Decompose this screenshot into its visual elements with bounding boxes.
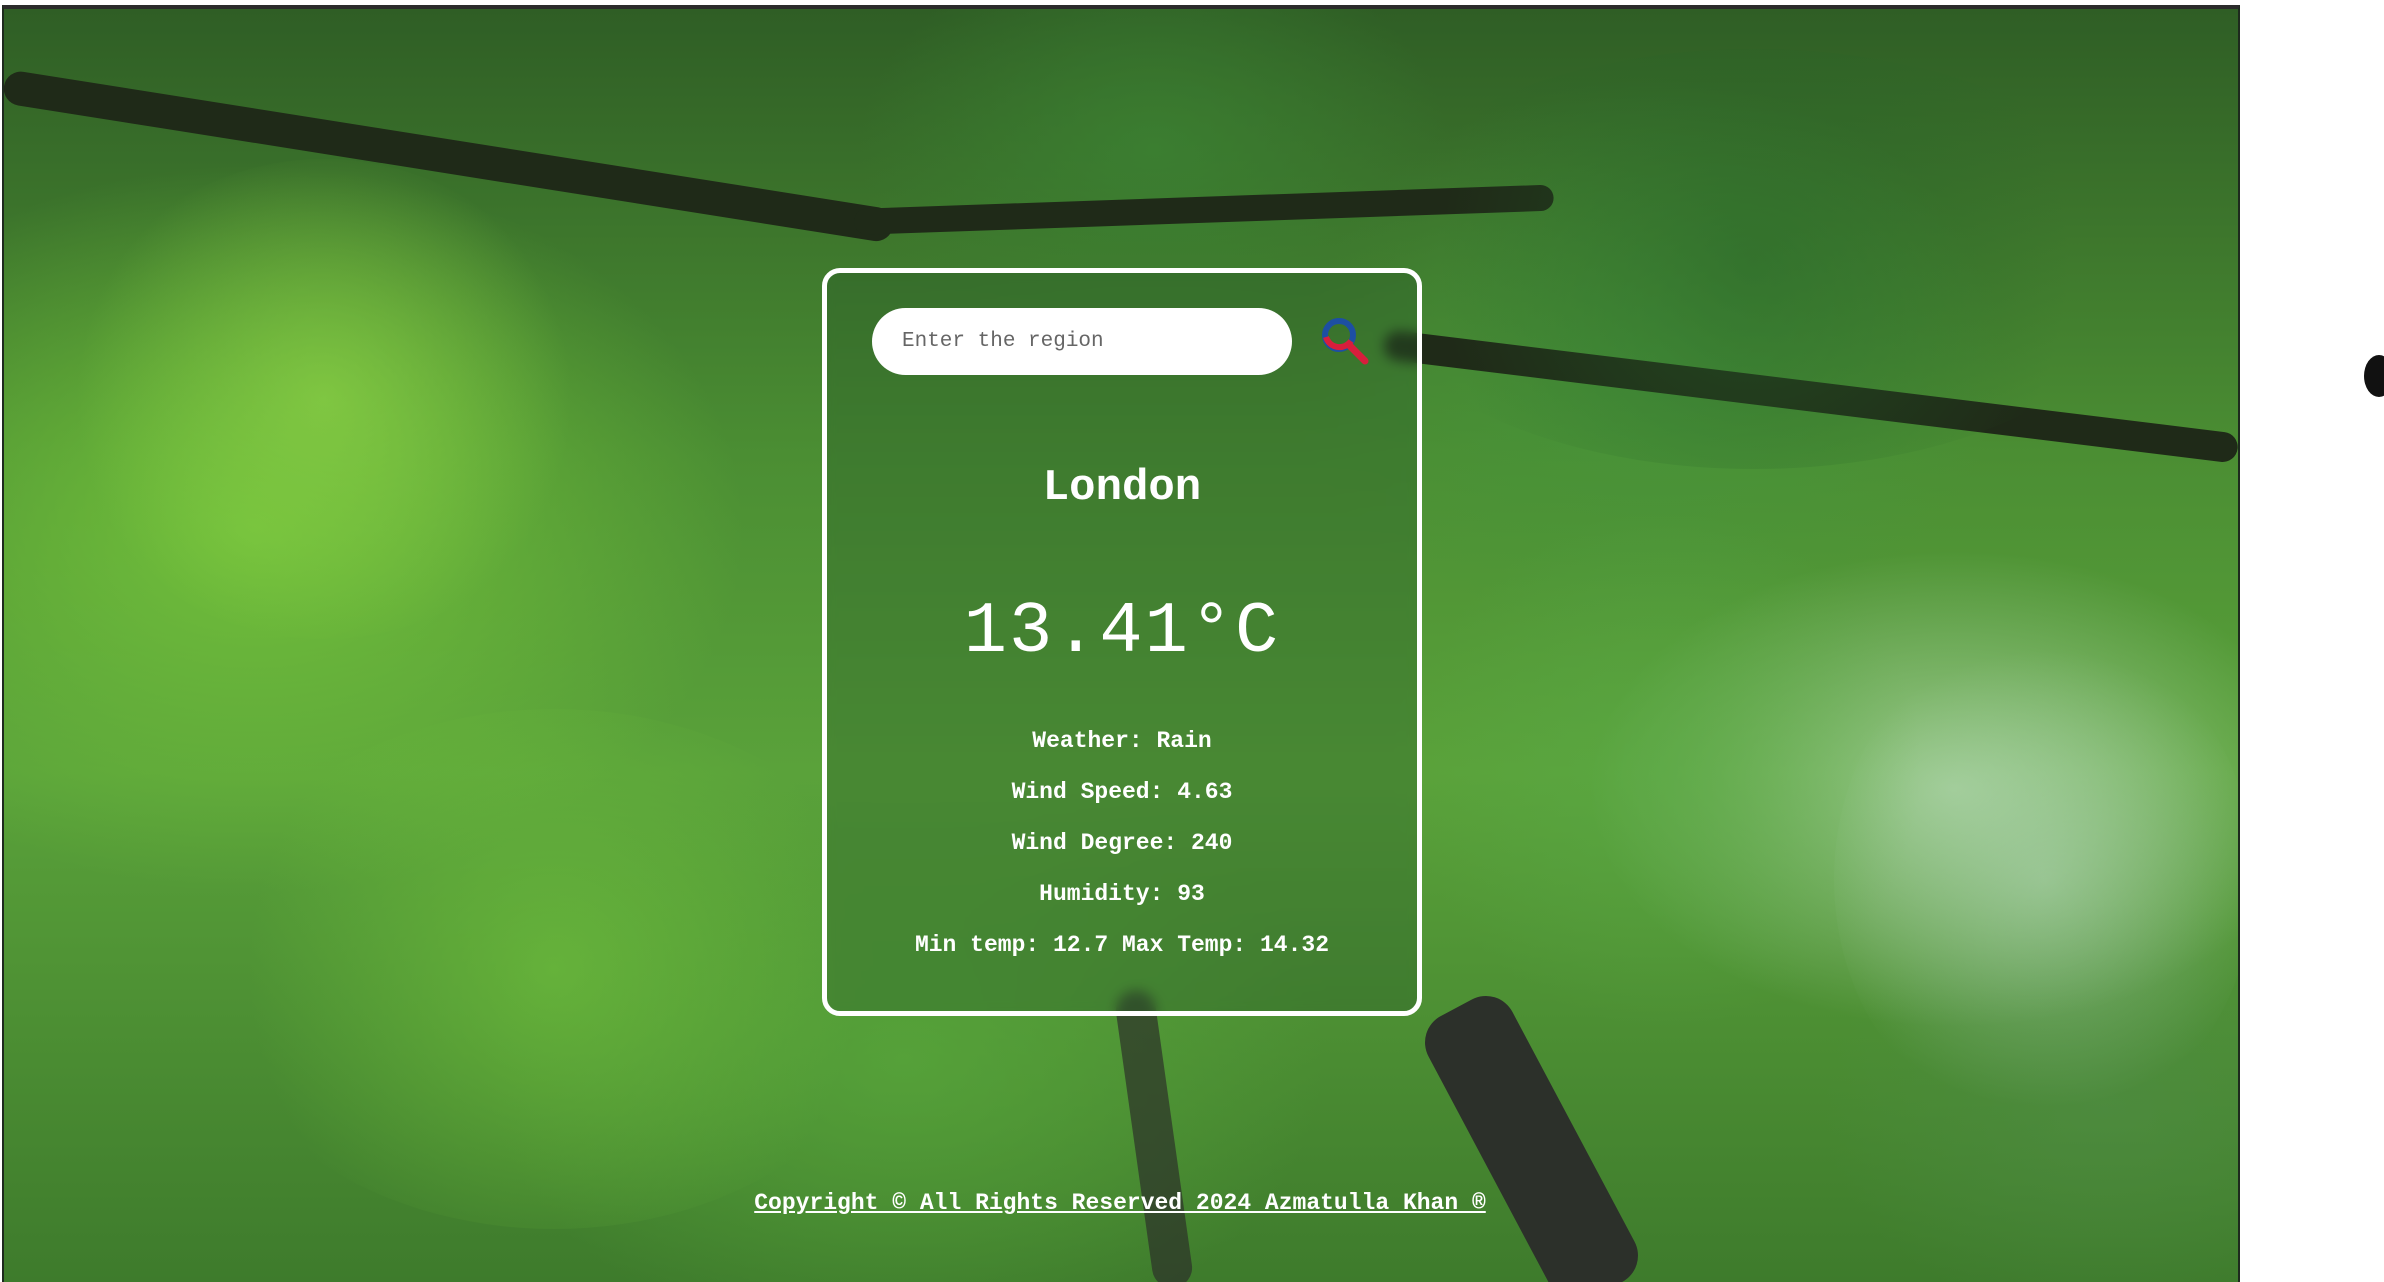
- copyright-footer[interactable]: Copyright © All Rights Reserved 2024 Azm…: [0, 1190, 2240, 1216]
- region-search-input[interactable]: [872, 308, 1292, 375]
- foliage: [64, 159, 584, 639]
- scroll-indicator: [2364, 355, 2384, 397]
- foliage: [204, 709, 904, 1229]
- foliage: [1354, 49, 2154, 469]
- tree-trunk: [1414, 985, 1649, 1282]
- search-button[interactable]: [1317, 313, 1373, 369]
- weather-card: London 13.41°C Weather: Rain Wind Speed:…: [822, 268, 1422, 1016]
- humidity: Humidity: 93: [1039, 881, 1205, 907]
- search-icon: [1322, 318, 1369, 365]
- wind-degree: Wind Degree: 240: [1011, 830, 1233, 856]
- city-name: London: [1042, 463, 1202, 513]
- wind-speed: Wind Speed: 4.63: [1011, 779, 1233, 805]
- tree-trunk: [1113, 987, 1195, 1282]
- temperature-value: 13.41°C: [963, 591, 1281, 673]
- weather-condition: Weather: Rain: [1032, 728, 1212, 754]
- foliage: [1834, 629, 2238, 1129]
- min-max-temp: Min temp: 12.7 Max Temp: 14.32: [914, 932, 1330, 958]
